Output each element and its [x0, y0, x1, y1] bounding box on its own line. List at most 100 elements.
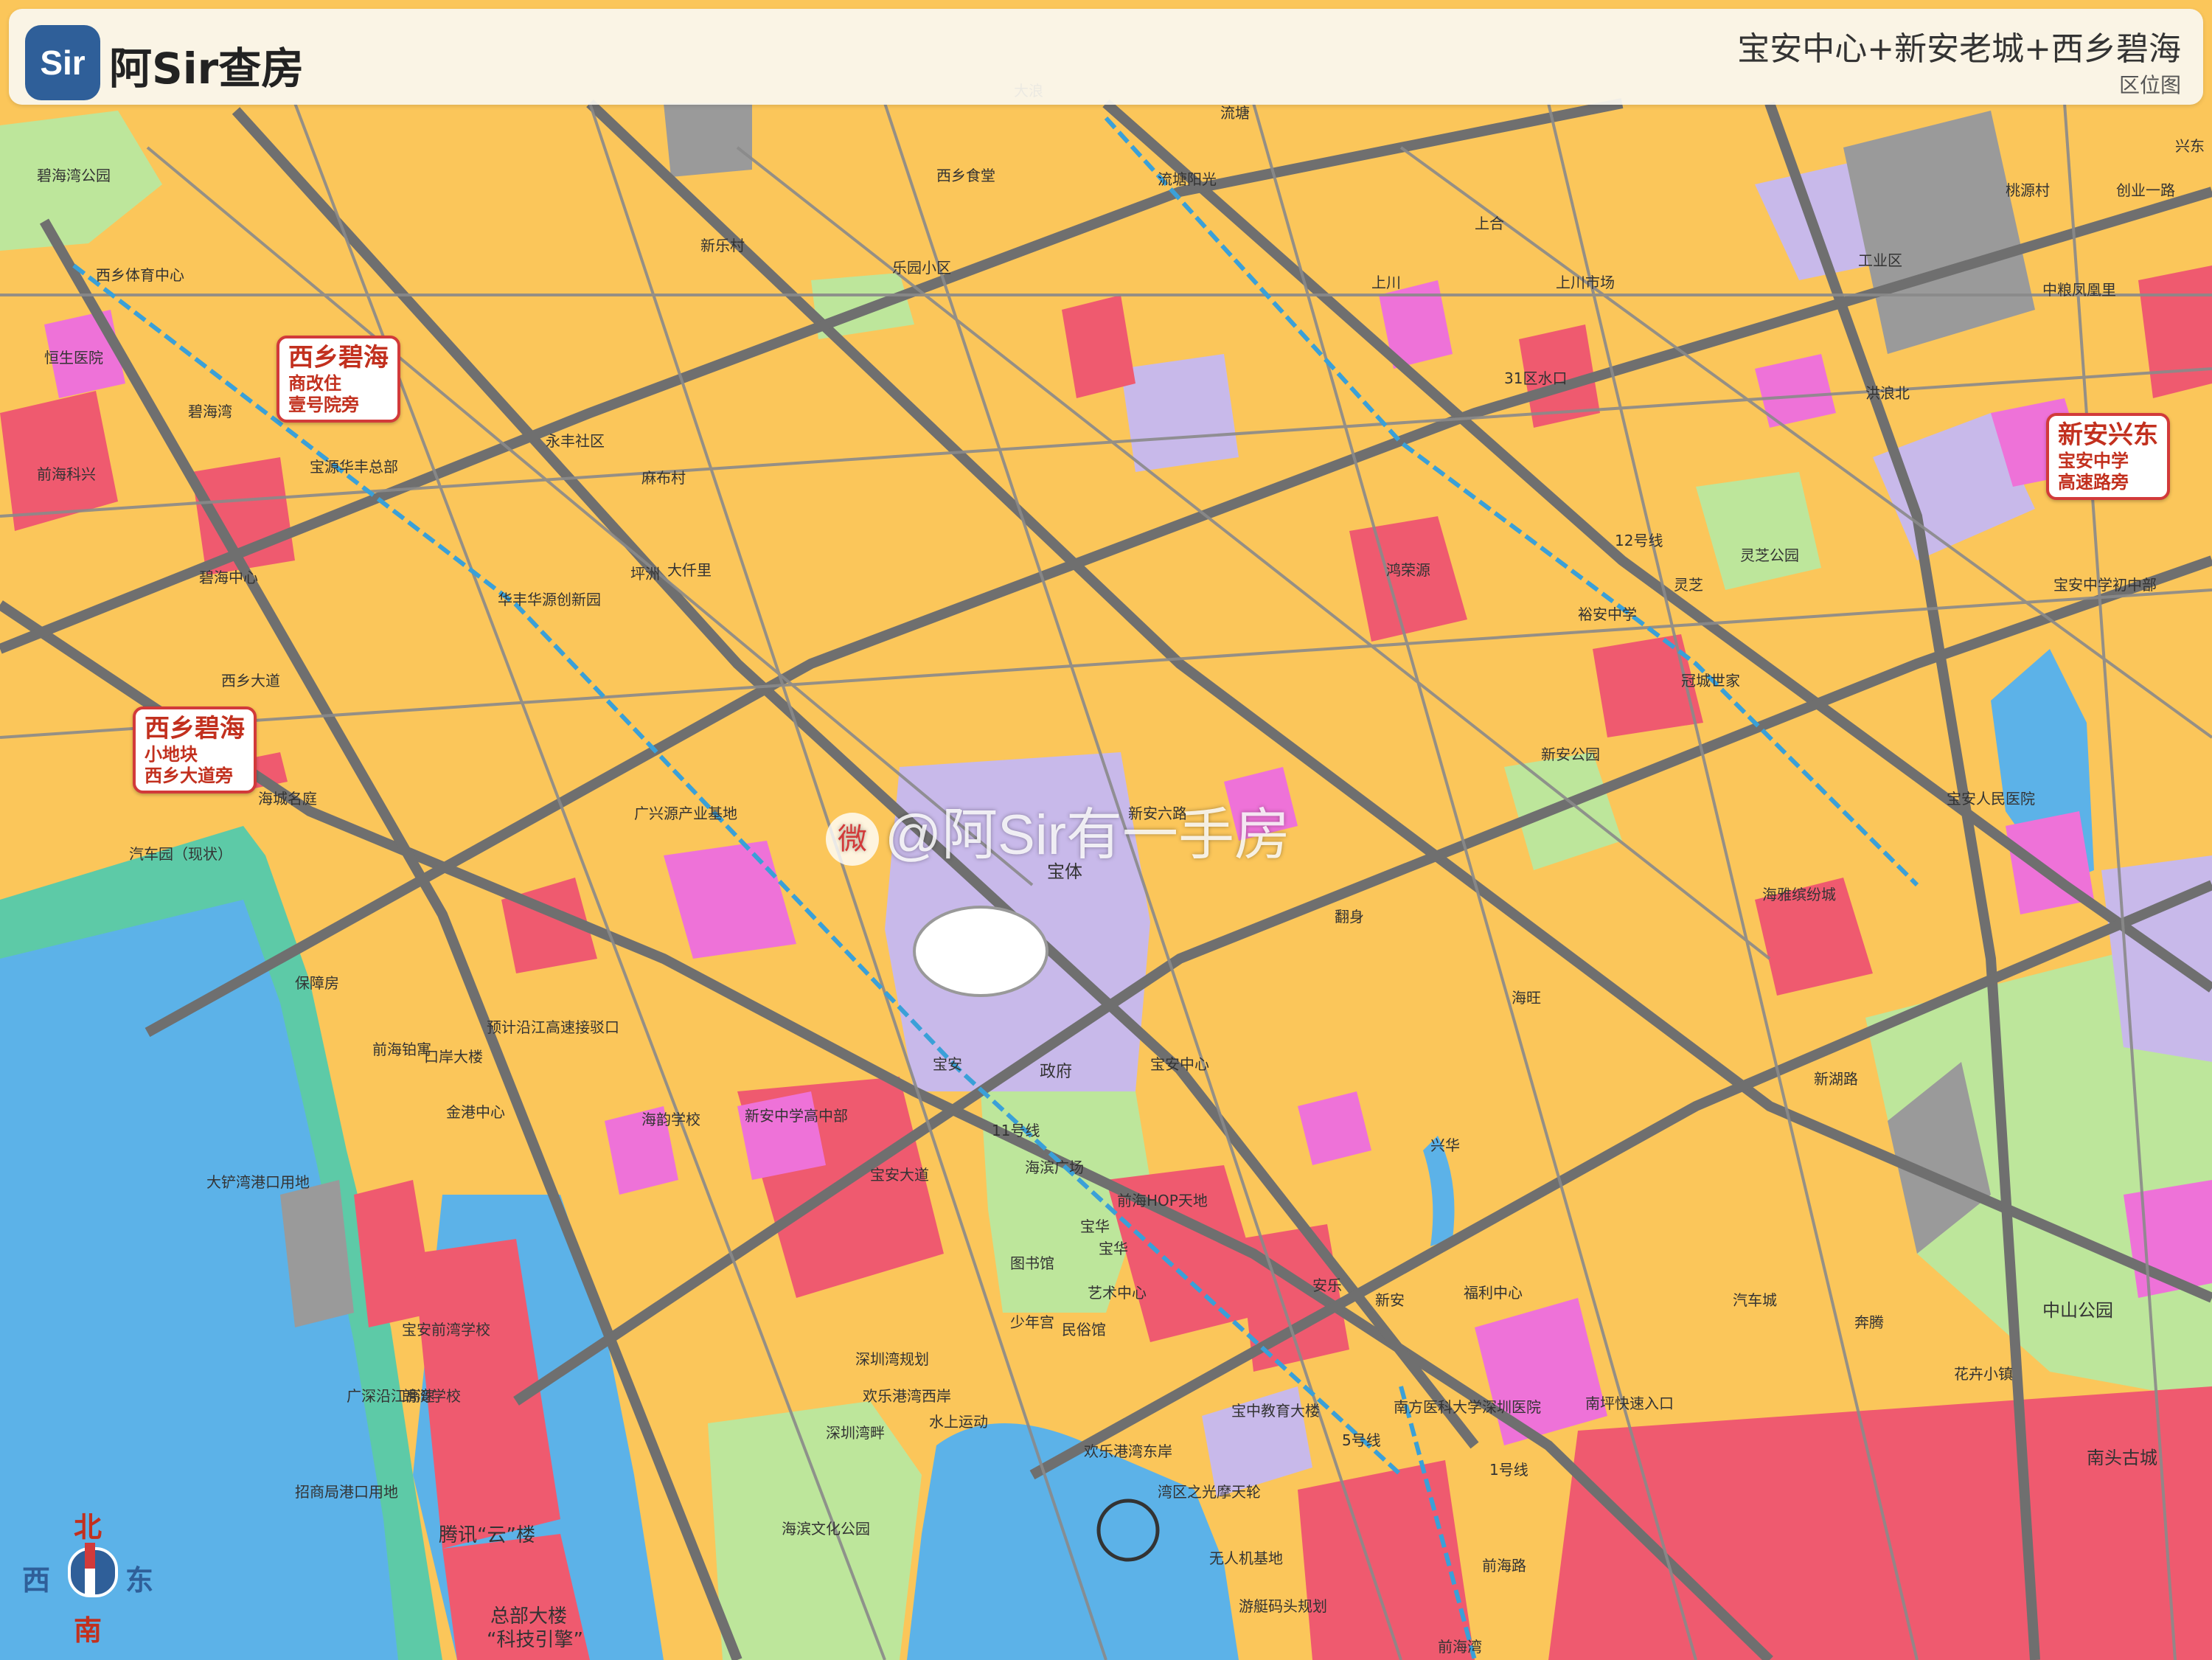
callout-line: 商改住 — [288, 372, 341, 394]
label-tech-engine: “科技引擎” — [487, 1629, 583, 1651]
compass-needle-icon — [85, 1543, 95, 1594]
label-baoan-junior: 宝安中学初中部 — [2053, 576, 2157, 594]
label-anle: 安乐 — [1312, 1277, 1342, 1294]
label-port-tower: 口岸大楼 — [424, 1048, 483, 1066]
label-yanjiang-hwy: 广深沿江高速 — [347, 1387, 435, 1405]
label-baoan: 宝安 — [933, 1055, 962, 1073]
label-shanghe: 上合 — [1475, 215, 1504, 232]
label-xinle: 新乐村 — [700, 237, 745, 254]
callout-title: 西乡碧海 — [145, 714, 245, 743]
page-title: 宝安中心+新安老城+西乡碧海 — [1737, 30, 2181, 68]
compass: 北 西 东 南 — [15, 1504, 162, 1647]
label-tencent-cloud: 腾讯“云”楼 — [439, 1524, 535, 1546]
logo-icon: Sir — [25, 25, 100, 100]
compass-west: 西 — [22, 1564, 51, 1597]
label-haibin-square: 海滨广场 — [1025, 1159, 1084, 1176]
label-ferris: 湾区之光摩天轮 — [1158, 1483, 1261, 1501]
label-industrial: 工业区 — [1858, 251, 1902, 269]
label-haiyun-school: 海韵学校 — [641, 1111, 700, 1128]
label-qianhai-apt: 前海铂寓 — [372, 1041, 431, 1058]
callout-line: 西乡大道旁 — [145, 765, 233, 786]
label-dachan-port: 大铲湾港口用地 — [206, 1173, 310, 1191]
label-flower-town: 花卉小镇 — [1954, 1365, 2013, 1383]
label-baoan-center: 宝安中心 — [1150, 1055, 1209, 1073]
label-jingang-center: 金港中心 — [446, 1103, 505, 1121]
label-xinan-park: 新安公园 — [1541, 746, 1600, 763]
label-xinghua: 兴华 — [1430, 1136, 1460, 1154]
label-auto-park: 汽车园（现状） — [129, 845, 232, 863]
label-xinan: 新安 — [1375, 1291, 1405, 1309]
civic-block-north — [1121, 354, 1239, 472]
callout-line: 高速路旁 — [2058, 471, 2129, 493]
label-hop: 前海HOP天地 — [1117, 1192, 1208, 1209]
watermark-text: @阿Sir有一手房 — [885, 804, 1291, 867]
label-cofco: 中粮凤凰里 — [2042, 281, 2116, 299]
label-canteen: 西乡食堂 — [936, 167, 995, 184]
label-honglang-north: 洪浪北 — [1865, 384, 1910, 402]
label-haicheng: 海城名庭 — [258, 790, 317, 808]
header-bar: Sir 阿Sir查房 宝安中心+新安老城+西乡碧海 区位图 — [9, 9, 2203, 105]
label-hwy-entry: 预计沿江高速接驳口 — [487, 1018, 619, 1036]
label-folk-museum: 民俗馆 — [1062, 1321, 1106, 1338]
label-nantou-city: 南头古城 — [2087, 1448, 2157, 1468]
label-taoyuan: 桃源村 — [2006, 181, 2050, 199]
label-benteng: 奔腾 — [1854, 1313, 1884, 1331]
label-bay-planning: 深圳湾规划 — [855, 1350, 929, 1368]
compass-east: 东 — [125, 1564, 154, 1597]
label-shangchuan: 上川 — [1371, 274, 1401, 291]
label-hengsheng-hospital: 恒生医院 — [44, 349, 103, 367]
label-nanfang-hospital: 南方医科大学深圳医院 — [1394, 1398, 1541, 1416]
compass-north: 北 — [74, 1511, 102, 1543]
label-bihai-center: 碧海中心 — [199, 569, 258, 586]
weibo-icon: 微 — [826, 812, 879, 866]
label-yuan-middle: 裕安中学 — [1578, 605, 1637, 623]
label-housing: 保障房 — [295, 974, 339, 992]
label-baoan-avenue: 宝安大道 — [870, 1166, 929, 1184]
label-guangxingyuan: 广兴源产业基地 — [634, 805, 737, 822]
label-liutang-sun: 流塘阳光 — [1158, 170, 1217, 188]
label-qianhai-road: 前海路 — [1482, 1557, 1526, 1574]
label-31-shuikou: 31区水口 — [1504, 369, 1567, 387]
brand-name: 阿Sir查房 — [109, 44, 305, 94]
label-xingdong: 兴东 — [2175, 137, 2205, 155]
label-education-tower: 宝中教育大楼 — [1231, 1402, 1320, 1420]
label-fanshen: 翻身 — [1335, 908, 1364, 925]
label-drone-base: 无人机基地 — [1209, 1549, 1283, 1567]
label-people-hospital: 宝安人民医院 — [1947, 790, 2035, 808]
label-lingzhi-park: 灵芝公园 — [1740, 546, 1799, 564]
label-qianhai-kexing: 前海科兴 — [37, 465, 96, 483]
callout-line: 小地块 — [145, 743, 198, 765]
label-yacht: 游艇码头规划 — [1239, 1597, 1327, 1615]
callout-xixiang-bihai-1[interactable]: 西乡碧海 商改住 壹号院旁 — [276, 336, 400, 423]
label-hongrongyuan: 鸿荣源 — [1386, 561, 1430, 579]
label-xixiang-sports: 西乡体育中心 — [96, 266, 184, 284]
label-huafeng: 华丰华源创新园 — [498, 591, 601, 608]
school-xinan — [737, 1091, 826, 1180]
label-library: 图书馆 — [1010, 1254, 1054, 1272]
label-yongfeng: 永丰社区 — [546, 432, 605, 450]
label-leyuan: 乐园小区 — [892, 259, 951, 277]
label-pingzhou: 坪洲 — [630, 565, 660, 583]
label-daqianli: 大仟里 — [667, 561, 712, 579]
label-guancheng: 冠城世家 — [1681, 672, 1740, 690]
label-xinhu-road: 新湖路 — [1814, 1070, 1858, 1088]
label-baoyuan: 宝源华丰总部 — [310, 458, 398, 476]
label-government: 政府 — [1040, 1063, 1072, 1081]
label-culture-park: 海滨文化公园 — [782, 1520, 870, 1538]
label-bihai-park: 碧海湾公园 — [37, 167, 111, 184]
label-bihai-bay: 碧海湾 — [188, 403, 232, 420]
label-cmport: 招商局港口用地 — [295, 1483, 398, 1501]
callout-xixiang-bihai-2[interactable]: 西乡碧海 小地块 西乡大道旁 — [133, 706, 257, 794]
label-haiya: 海雅缤纷城 — [1762, 886, 1836, 903]
callout-title: 西乡碧海 — [288, 343, 389, 372]
label-hq-tower: 总部大楼 — [490, 1605, 567, 1628]
label-liutang: 流塘 — [1220, 104, 1250, 122]
label-welfare: 福利中心 — [1464, 1284, 1523, 1302]
callout-line: 壹号院旁 — [288, 394, 359, 415]
label-line-5: 5号线 — [1342, 1431, 1381, 1449]
label-mabu: 麻布村 — [641, 469, 686, 487]
callout-title: 新安兴东 — [2058, 420, 2158, 450]
label-qianhai-bay: 前海湾 — [1438, 1638, 1482, 1656]
callout-xinan-xingdong[interactable]: 新安兴东 宝安中学 高速路旁 — [2046, 413, 2170, 501]
page-subtitle: 区位图 — [2118, 73, 2181, 97]
